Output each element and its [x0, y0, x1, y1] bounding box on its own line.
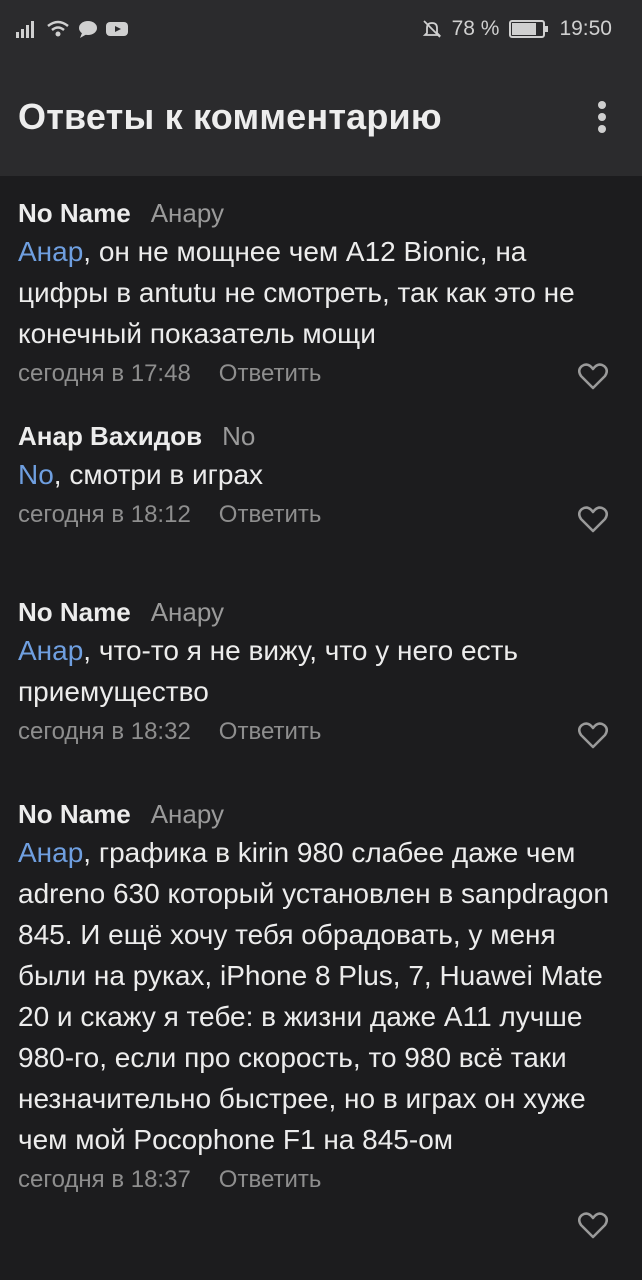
- comment-author[interactable]: No Name: [18, 796, 131, 832]
- comment-text: No, смотри в играх: [18, 454, 624, 495]
- reply-button[interactable]: Ответить: [219, 718, 322, 746]
- battery-percent: 78 %: [451, 17, 500, 40]
- comment-time: сегодня в 17:48: [18, 360, 191, 387]
- comment-body: , графика в kirin 980 слабее даже чем ad…: [18, 837, 609, 1155]
- comment-body: , он не мощнее чем А12 Bionic, на цифры …: [18, 236, 575, 349]
- page-title: Ответы к комментарию: [18, 96, 442, 137]
- heart-icon[interactable]: [578, 1211, 608, 1239]
- comment-mention[interactable]: Анар: [18, 837, 83, 868]
- comment-mention[interactable]: Анар: [18, 236, 83, 267]
- reply-button[interactable]: Ответить: [219, 1166, 322, 1194]
- comment-author[interactable]: No Name: [18, 195, 131, 231]
- comment-text: Анар, графика в kirin 980 слабее даже че…: [18, 832, 624, 1160]
- bell-muted-icon: [422, 20, 441, 38]
- battery-icon: [509, 20, 549, 38]
- comment-time: сегодня в 18:32: [18, 718, 191, 745]
- comment-reply-to[interactable]: Анару: [151, 796, 224, 832]
- comment-reply-to[interactable]: Анару: [151, 195, 224, 231]
- status-right: 78 % 19:50: [422, 17, 612, 41]
- comment-time: сегодня в 18:37: [18, 1166, 191, 1193]
- comment-text: Анар, он не мощнее чем А12 Bionic, на ци…: [18, 231, 624, 354]
- reply-button[interactable]: Ответить: [219, 360, 322, 388]
- comment-item: No Name Анару Анар, он не мощнее чем А12…: [0, 176, 642, 407]
- youtube-icon: [106, 22, 128, 36]
- heart-icon[interactable]: [578, 721, 608, 749]
- clock: 19:50: [559, 17, 612, 40]
- comment-footer: сегодня в 18:12 Ответить: [18, 495, 624, 535]
- heart-icon[interactable]: [578, 362, 608, 390]
- comment-body: , что-то я не вижу, что у него есть прие…: [18, 635, 518, 707]
- comment-item: Анар Вахидов No No, смотри в играх сегод…: [0, 407, 642, 572]
- comment-time: сегодня в 18:12: [18, 501, 191, 528]
- chat-bubble-icon: [79, 21, 97, 38]
- comment-footer: сегодня в 17:48 Ответить: [18, 354, 624, 394]
- heart-icon[interactable]: [578, 505, 608, 533]
- more-options-icon[interactable]: [590, 97, 614, 137]
- comment-list: No Name Анару Анар, он не мощнее чем А12…: [0, 176, 642, 1280]
- reply-button[interactable]: Ответить: [219, 501, 322, 529]
- comment-mention[interactable]: No: [18, 459, 54, 490]
- comment-header: No Name Анару: [18, 594, 624, 630]
- comment-mention[interactable]: Анар: [18, 635, 83, 666]
- comment-author[interactable]: No Name: [18, 594, 131, 630]
- comment-header: No Name Анару: [18, 796, 624, 832]
- status-bar: 78 % 19:50: [0, 0, 642, 58]
- wifi-icon: [47, 20, 69, 37]
- signal-icon: [16, 21, 34, 38]
- comment-body: , смотри в играх: [53, 459, 264, 490]
- comment-footer: сегодня в 18:32 Ответить: [18, 712, 624, 752]
- comment-header: Анар Вахидов No: [18, 418, 624, 454]
- comment-text: Анар, что-то я не вижу, что у него есть …: [18, 630, 624, 712]
- status-left: [16, 20, 128, 38]
- comment-header: No Name Анару: [18, 195, 624, 231]
- app-bar: Ответы к комментарию: [0, 58, 642, 176]
- comment-item: No Name Анару Анар, что-то я не вижу, чт…: [0, 572, 642, 774]
- comment-item: No Name Анару Анар, графика в kirin 980 …: [0, 774, 642, 1280]
- comment-reply-to[interactable]: Анару: [151, 594, 224, 630]
- comment-author[interactable]: Анар Вахидов: [18, 418, 202, 454]
- comment-reply-to[interactable]: No: [222, 418, 255, 454]
- comment-footer: сегодня в 18:37 Ответить: [18, 1160, 624, 1200]
